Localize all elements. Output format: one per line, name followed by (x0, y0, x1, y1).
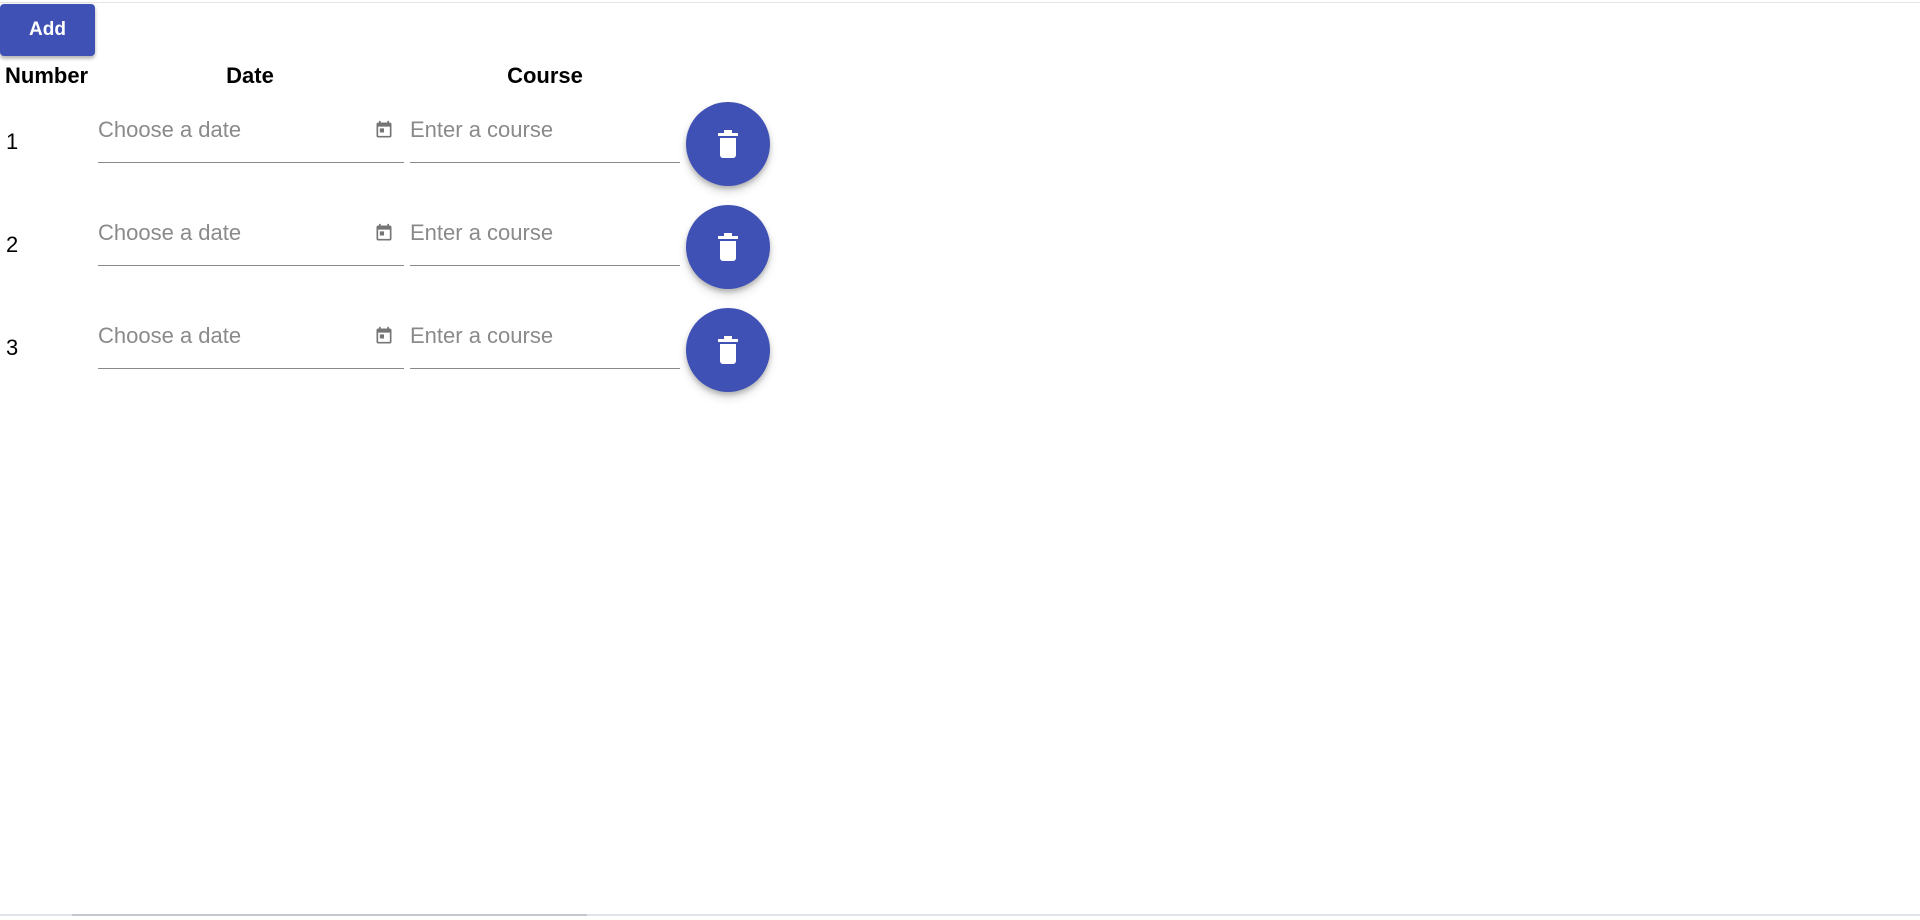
table-row: 2 (0, 205, 800, 289)
delete-row-button[interactable] (686, 102, 770, 186)
page: Add Number Date Course 1 2 (0, 0, 1920, 920)
delete-row-button[interactable] (686, 205, 770, 289)
date-field (98, 205, 404, 266)
table-row: 1 (0, 102, 800, 186)
add-button[interactable]: Add (0, 4, 95, 56)
row-number: 1 (6, 129, 19, 154)
trash-icon (718, 130, 738, 158)
course-input[interactable] (410, 217, 678, 249)
date-input[interactable] (98, 217, 358, 249)
date-input[interactable] (98, 114, 358, 146)
row-number: 3 (6, 335, 19, 360)
date-field (98, 308, 404, 369)
table-row: 3 (0, 308, 800, 392)
course-field (410, 308, 680, 369)
calendar-icon[interactable] (374, 120, 394, 140)
course-input[interactable] (410, 320, 678, 352)
top-divider (0, 2, 1920, 3)
trash-icon (718, 336, 738, 364)
course-input[interactable] (410, 114, 678, 146)
calendar-icon[interactable] (374, 223, 394, 243)
date-field (98, 102, 404, 163)
calendar-icon[interactable] (374, 326, 394, 346)
delete-row-button[interactable] (686, 308, 770, 392)
header-course: Course (507, 63, 583, 88)
header-number: Number (5, 63, 89, 88)
row-number: 2 (6, 232, 19, 257)
header-date: Date (226, 63, 274, 88)
course-field (410, 102, 680, 163)
bottom-scrollbar-thumb[interactable] (72, 914, 587, 916)
trash-icon (718, 233, 738, 261)
date-input[interactable] (98, 320, 358, 352)
course-field (410, 205, 680, 266)
